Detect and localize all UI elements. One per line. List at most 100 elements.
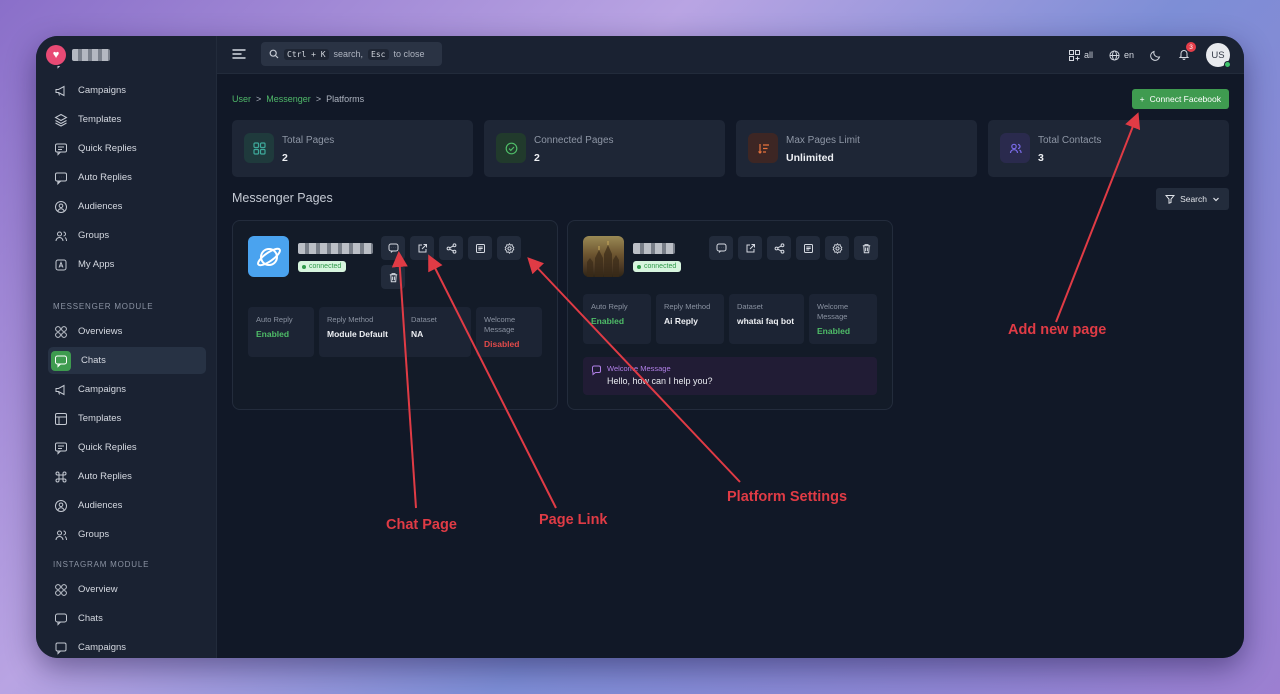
sidebar-item-campaigns[interactable]: Campaigns xyxy=(48,376,206,403)
annotation-page-link: Page Link xyxy=(539,512,608,528)
sidebar-item-auto-replies[interactable]: Auto Replies xyxy=(48,463,206,490)
sidebar-item-overview[interactable]: Overview xyxy=(48,576,206,603)
stat-label: Max Pages Limit xyxy=(786,135,860,146)
template-icon xyxy=(54,412,68,426)
topbar: Ctrl + K search, Esc to close all en 3 U… xyxy=(217,36,1244,74)
sidebar-item-label: Quick Replies xyxy=(78,143,137,154)
apps-switcher[interactable]: all xyxy=(1068,49,1093,61)
details-button[interactable] xyxy=(468,236,492,260)
platform-settings-button[interactable] xyxy=(497,236,521,260)
info-label: Welcome Message xyxy=(817,302,849,321)
sidebar-item-campaigns[interactable]: Campaigns xyxy=(48,634,206,658)
filter-icon xyxy=(1165,195,1176,204)
moon-icon[interactable] xyxy=(1150,49,1162,61)
sidebar-item-templates[interactable]: Templates xyxy=(48,405,206,432)
info-label: Dataset xyxy=(411,315,437,324)
grid-icon xyxy=(54,325,68,339)
connect-facebook-button[interactable]: + Connect Facebook xyxy=(1131,89,1229,109)
sidebar-section-heading: MESSENGER MODULE xyxy=(53,302,154,311)
sidebar-item-quick-replies[interactable]: Quick Replies xyxy=(48,434,206,461)
sidebar-item-label: Templates xyxy=(78,114,122,125)
chat-icon xyxy=(51,350,71,371)
annotation-chat-page: Chat Page xyxy=(386,517,457,533)
search-filter-button[interactable]: Search xyxy=(1156,188,1229,210)
stat-card-total-contacts: Total Contacts 3 xyxy=(988,120,1229,177)
sort-icon xyxy=(757,143,769,154)
sidebar-item-campaigns[interactable]: Campaigns xyxy=(48,77,206,104)
platform-settings-button[interactable] xyxy=(825,236,849,260)
info-label: Reply Method xyxy=(664,302,711,311)
gear-icon xyxy=(832,242,842,254)
annotation-platform-settings: Platform Settings xyxy=(727,489,848,505)
sidebar-item-my-apps[interactable]: My Apps xyxy=(48,251,206,278)
sidebar-item-templates[interactable]: Templates xyxy=(48,106,206,133)
breadcrumb-separator: > xyxy=(256,94,262,104)
info-dataset: Dataset NA xyxy=(403,307,471,357)
stat-value: 2 xyxy=(534,152,540,164)
share-button[interactable] xyxy=(767,236,791,260)
quick-reply-icon xyxy=(54,142,68,156)
info-value: Disabled xyxy=(484,339,520,349)
stat-value: 3 xyxy=(1038,152,1044,164)
sidebar-item-overviews[interactable]: Overviews xyxy=(48,318,206,345)
plus-icon: + xyxy=(1139,94,1145,104)
page-avatar xyxy=(248,236,289,277)
info-dataset: Dataset whatai faq bot xyxy=(729,294,804,344)
stat-icon-box xyxy=(244,133,274,163)
connect-facebook-label: Connect Facebook xyxy=(1149,94,1221,104)
notification-count-badge: 3 xyxy=(1186,42,1196,52)
section-title: Messenger Pages xyxy=(232,191,333,205)
main-content: User > Messenger > Platforms + Connect F… xyxy=(217,74,1244,658)
sidebar-item-auto-replies[interactable]: Auto Replies xyxy=(48,164,206,191)
notifications-button[interactable]: 3 xyxy=(1178,42,1196,62)
share-button[interactable] xyxy=(439,236,463,260)
quick-reply-icon xyxy=(54,441,68,455)
sidebar-item-audiences[interactable]: Audiences xyxy=(48,193,206,220)
page-link-button[interactable] xyxy=(738,236,762,260)
document-icon xyxy=(803,243,813,253)
user-avatar[interactable]: US xyxy=(1206,43,1231,68)
breadcrumb-messenger[interactable]: Messenger xyxy=(266,94,311,104)
planet-logo-icon xyxy=(256,247,281,266)
info-auto-reply: Auto Reply Enabled xyxy=(248,307,314,357)
details-button[interactable] xyxy=(796,236,820,260)
language-switcher[interactable]: en xyxy=(1109,49,1134,61)
sidebar-item-label: Campaigns xyxy=(78,384,127,395)
info-label: Welcome Message xyxy=(484,315,516,334)
share-icon xyxy=(774,242,784,254)
brand-name-redacted xyxy=(72,49,110,61)
page-link-button[interactable] xyxy=(410,236,434,260)
document-icon xyxy=(475,243,485,253)
stat-icon-box xyxy=(1000,133,1030,163)
welcome-message-text: Hello, how can I help you? xyxy=(607,376,713,386)
delete-button[interactable] xyxy=(854,236,878,260)
breadcrumb: User > Messenger > Platforms xyxy=(232,94,364,104)
sidebar-item-label: Campaigns xyxy=(78,85,127,96)
sidebar-item-label: Chats xyxy=(81,355,106,366)
sidebar-item-quick-replies[interactable]: Quick Replies xyxy=(48,135,206,162)
sidebar-item-groups[interactable]: Groups xyxy=(48,521,206,548)
chat-page-button[interactable] xyxy=(381,236,405,260)
sidebar-section-heading: INSTAGRAM MODULE xyxy=(53,560,150,569)
sidebar-item-groups[interactable]: Groups xyxy=(48,222,206,249)
sidebar-item-label: Groups xyxy=(78,529,110,540)
kbd-esc: Esc xyxy=(368,48,389,60)
sidebar-item-chats[interactable]: Chats xyxy=(48,347,206,374)
sidebar-item-audiences[interactable]: Audiences xyxy=(48,492,206,519)
sidebar-item-chats[interactable]: Chats xyxy=(48,605,206,632)
menu-toggle-icon[interactable] xyxy=(232,47,246,61)
audience-icon xyxy=(54,200,68,214)
chat-icon xyxy=(54,66,68,69)
chat-page-button[interactable] xyxy=(709,236,733,260)
search-filter-label: Search xyxy=(1180,194,1207,204)
online-status-dot xyxy=(1224,61,1231,68)
topbar-actions: all en 3 US xyxy=(1068,42,1231,68)
sidebar-item-chats[interactable]: Chats xyxy=(48,66,206,75)
delete-button[interactable] xyxy=(381,265,405,289)
global-search[interactable]: Ctrl + K search, Esc to close xyxy=(261,42,442,66)
group-icon xyxy=(54,229,68,243)
grid-icon xyxy=(54,583,68,597)
breadcrumb-user[interactable]: User xyxy=(232,94,251,104)
brand[interactable]: ♥ xyxy=(46,44,110,66)
sidebar-item-label: Chats xyxy=(78,613,103,624)
